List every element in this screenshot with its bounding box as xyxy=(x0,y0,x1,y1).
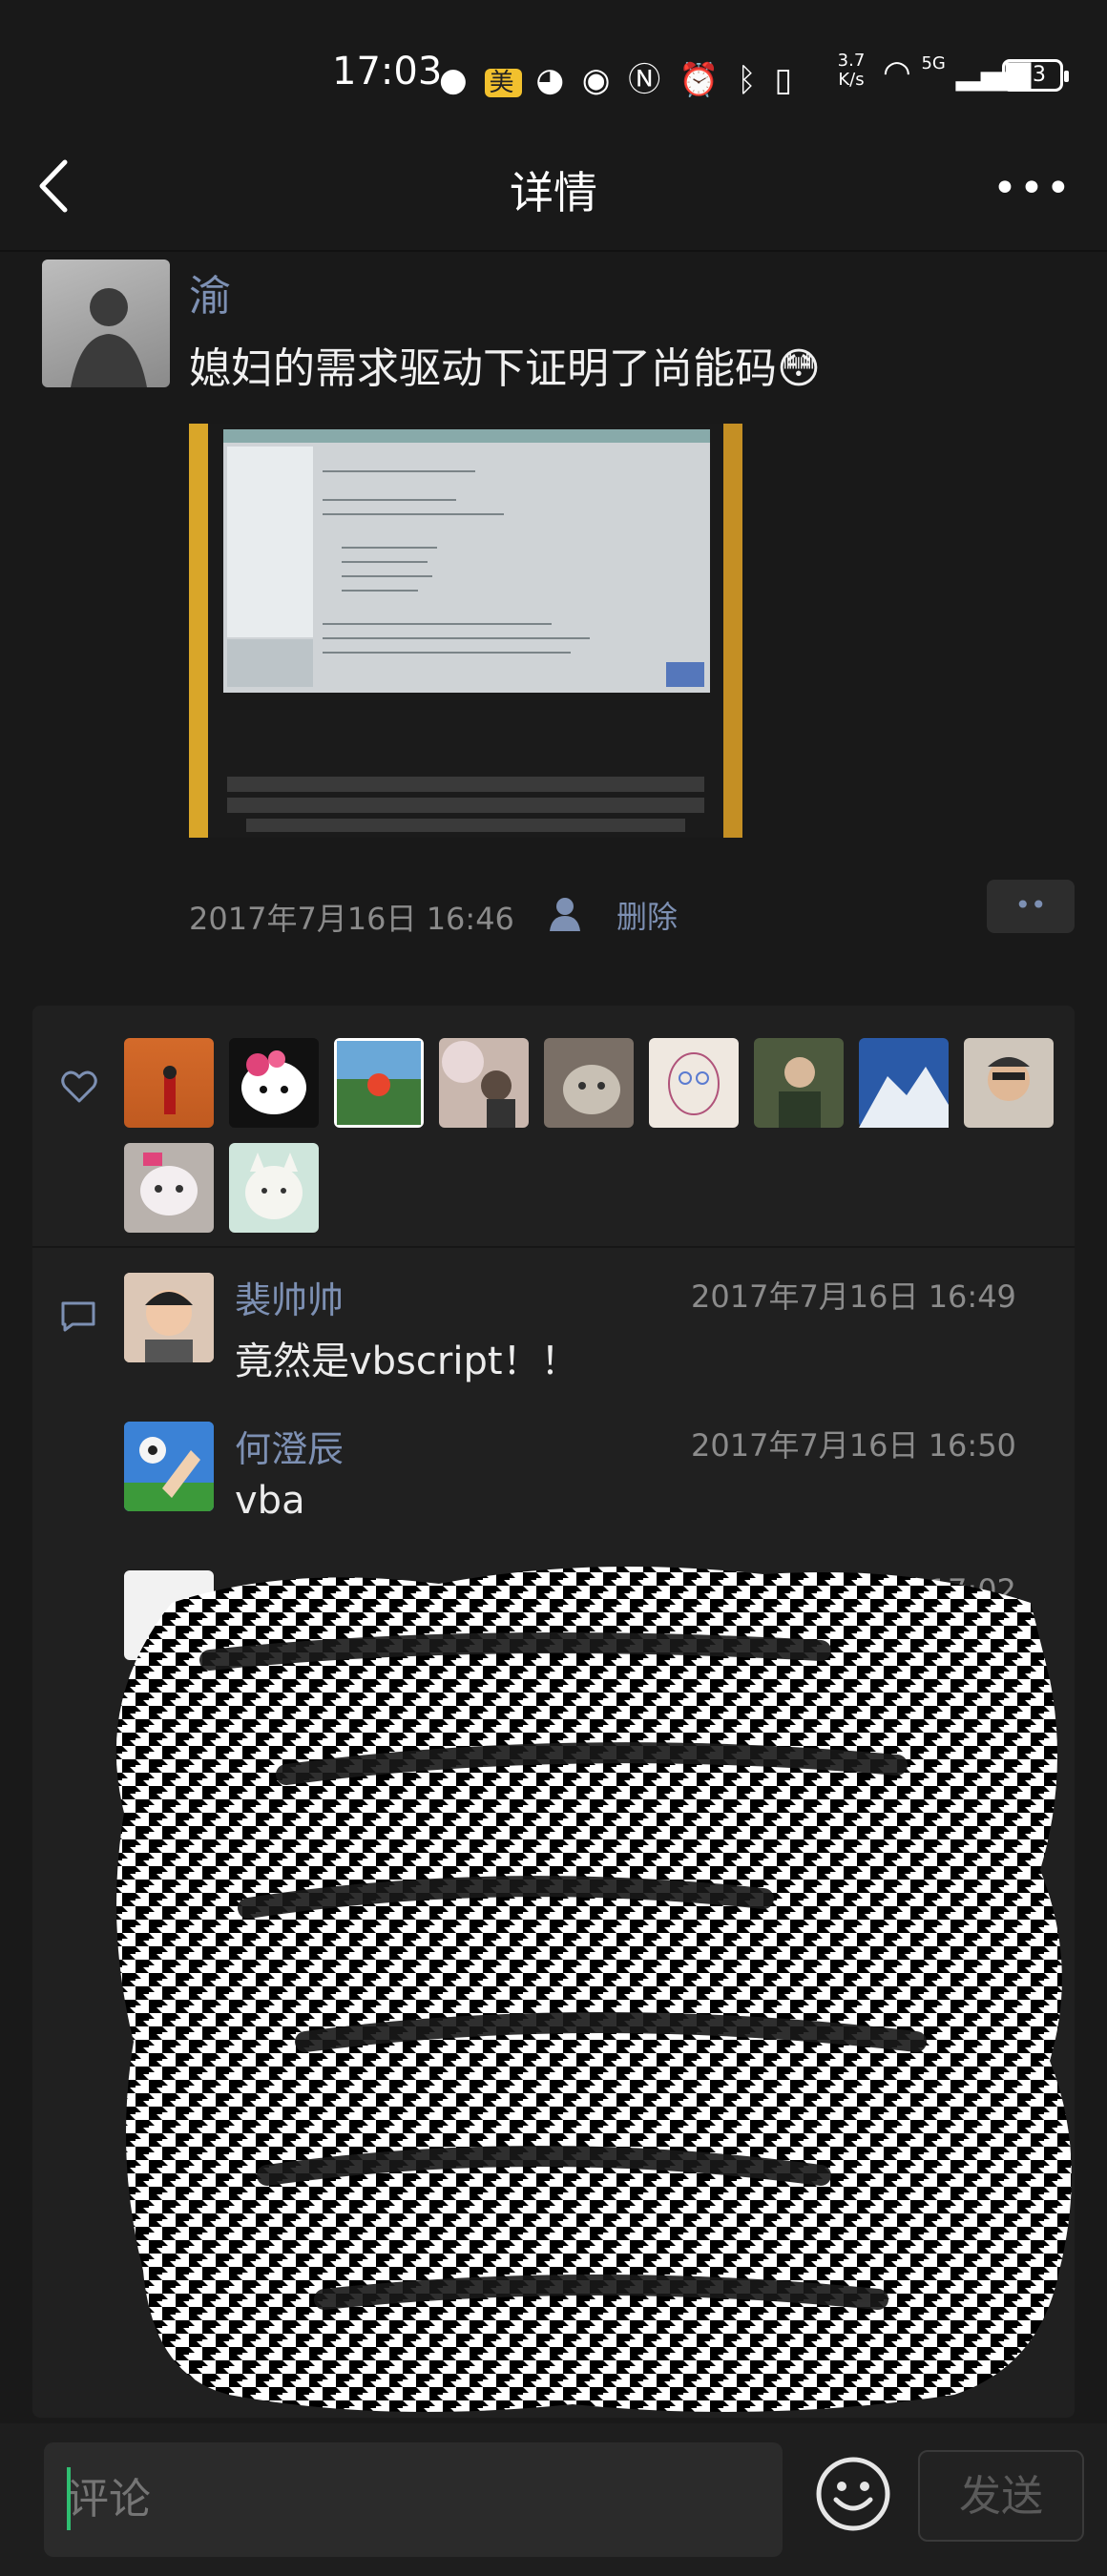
vibrate-icon: ▯ xyxy=(774,61,797,99)
post-timestamp: 2017年7月16日 16:46 xyxy=(189,901,514,937)
battery-icon: 53 xyxy=(1002,59,1069,92)
post-photo-laptop[interactable] xyxy=(189,424,742,838)
post-author[interactable]: 渝 xyxy=(189,261,231,322)
text-cursor xyxy=(67,2467,71,2530)
bluetooth-icon: ᛒ xyxy=(737,61,761,99)
color-wheel-icon: ◕ xyxy=(535,61,568,99)
liker-avatar[interactable] xyxy=(649,1038,739,1128)
battery-level: 53 xyxy=(1019,63,1046,87)
divider xyxy=(0,250,1107,252)
liker-avatar[interactable] xyxy=(754,1038,844,1128)
author-avatar[interactable] xyxy=(42,260,170,387)
liker-avatar[interactable] xyxy=(334,1038,424,1128)
comment-text: 竟然是vbscript！！ xyxy=(235,1340,579,1383)
liker-avatar[interactable] xyxy=(229,1038,319,1128)
liker-avatar[interactable] xyxy=(964,1038,1054,1128)
speed-unit: K/s xyxy=(838,70,865,90)
send-button[interactable]: 发送 xyxy=(918,2450,1084,2542)
alarm-icon: ⏰ xyxy=(679,61,723,99)
comment-input[interactable] xyxy=(44,2442,783,2557)
network-speed: 3.7 K/s xyxy=(830,52,872,90)
more-options-button[interactable]: ••• xyxy=(992,164,1073,213)
eye-icon: ◉ xyxy=(581,61,615,99)
nfc-icon: Ⓝ xyxy=(628,61,665,99)
app-badge-icon: 美 xyxy=(485,69,522,97)
redaction-scribble xyxy=(115,1567,1072,2412)
chat-bubble-icon: ● xyxy=(439,61,471,99)
network-type: 5G xyxy=(921,53,946,73)
page-title: 详情 xyxy=(510,167,597,218)
heart-icon xyxy=(59,1067,99,1107)
comment-time: 2017年7月16日 16:49 xyxy=(691,1278,1016,1315)
liker-avatar[interactable] xyxy=(124,1143,214,1233)
comment-icon xyxy=(59,1298,97,1336)
visibility-people-icon[interactable] xyxy=(546,893,588,935)
liker-avatar[interactable] xyxy=(859,1038,949,1128)
divider xyxy=(32,1246,1075,1248)
status-icons: ● 美 ◕ ◉ Ⓝ ⏰ ᛒ ▯ xyxy=(439,53,796,100)
commenter-avatar[interactable] xyxy=(124,1422,214,1511)
wifi-icon: ◠ xyxy=(883,53,911,92)
status-time: 17:03 xyxy=(332,50,443,93)
post-action-button[interactable]: •• xyxy=(987,880,1075,933)
liker-avatar[interactable] xyxy=(229,1143,319,1233)
comment-text: vba xyxy=(235,1479,305,1523)
speed-value: 3.7 xyxy=(837,51,866,71)
emoji-button[interactable] xyxy=(813,2454,893,2534)
liker-avatar[interactable] xyxy=(439,1038,529,1128)
liker-avatar[interactable] xyxy=(124,1038,214,1128)
post-text: 媳妇的需求驱动下证明了尚能码😳 xyxy=(189,344,821,393)
commenter-name[interactable]: 何澄辰 xyxy=(235,1420,344,1472)
smiley-icon xyxy=(816,2457,890,2531)
liker-avatar[interactable] xyxy=(544,1038,634,1128)
commenter-name[interactable]: 裴帅帅 xyxy=(235,1271,344,1323)
comment-time: 2017年7月16日 16:50 xyxy=(691,1427,1016,1464)
delete-link[interactable]: 删除 xyxy=(616,893,678,937)
commenter-avatar[interactable] xyxy=(124,1273,214,1362)
